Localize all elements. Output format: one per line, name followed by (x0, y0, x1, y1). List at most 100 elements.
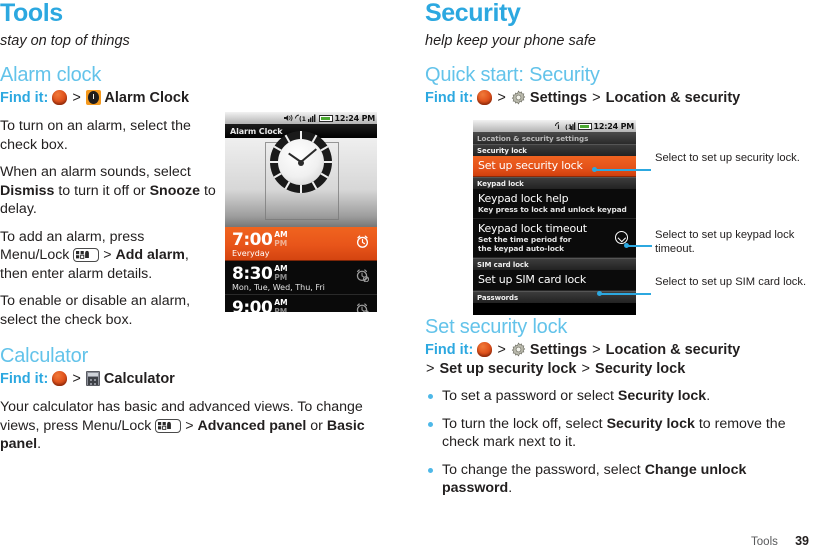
paragraph-add-alarm: To add an alarm, press Menu/Lock > Add a… (0, 228, 189, 282)
findit-separator: > (426, 361, 435, 377)
app-launcher-icon[interactable] (52, 371, 68, 386)
settings-item-subtitle: Set the time period for the keypad auto-… (478, 235, 572, 253)
settings-item-title: Keypad lock help (478, 192, 569, 205)
callout-keypad-lock-timeout: Select to set up keypad lock timeout. (655, 229, 795, 255)
signal-bars-icon: (1 (294, 114, 306, 122)
alarm-clock-screenshot: (1 12:24 PM Alarm Clock 7:00 AM PM Every… (225, 112, 377, 312)
page-title-security: Security (425, 0, 521, 27)
section-title-alarm-clock: Alarm clock (0, 64, 102, 86)
settings-item-title: Set up SIM card lock (478, 273, 587, 286)
paragraph-calculator-views: Your calculator has basic and advanced v… (0, 399, 365, 452)
alarm-clock-icon[interactable] (85, 90, 101, 105)
settings-item-keypad-lock-help[interactable]: Keypad lock help Key press to lock and u… (473, 189, 636, 219)
findit-alarm-clock: Find it: > Alarm Clock (0, 89, 392, 108)
alarm-disabled-icon[interactable] (356, 303, 369, 312)
settings-group-label: Passwords (477, 293, 519, 302)
alarm-clock-title: Alarm Clock (230, 126, 283, 136)
findit-quick-start-security: Find it: > Settings > Location & securit… (425, 89, 817, 108)
findit-settings-label: Settings (529, 342, 588, 358)
alarm-list-item[interactable]: 9:00 AM PM (225, 295, 377, 312)
footer-chapter: Tools (751, 536, 778, 548)
status-bar-time: 12:24 PM (593, 121, 635, 131)
menu-lock-key-icon (155, 418, 182, 433)
callout-leader-dot (624, 243, 629, 248)
findit-separator: > (592, 342, 601, 358)
callout-leader-line (596, 169, 651, 171)
settings-header: Location & security settings (473, 132, 636, 144)
settings-gear-icon[interactable] (511, 90, 526, 105)
alarm-time: 7:00 (232, 230, 273, 250)
signal-bars-icon: (1 (565, 122, 576, 130)
analog-clock-widget[interactable] (225, 131, 377, 227)
alarm-days: Mon, Tue, Wed, Thu, Fri (232, 283, 325, 292)
findit-separator: > (497, 90, 506, 106)
alarm-disabled-icon[interactable] (356, 269, 369, 282)
svg-text:(1: (1 (299, 116, 306, 122)
paragraph-turn-on-alarm: To turn on an alarm, select the check bo… (0, 118, 191, 153)
status-bar-icons: (1 (284, 114, 333, 122)
section-title-set-security-lock: Set security lock (425, 316, 568, 338)
security-settings-screenshot: i (1 12:24 PM Location & security settin… (473, 120, 636, 315)
callout-leader-dot (597, 291, 602, 296)
findit-separator: > (592, 90, 601, 106)
paragraph-alarm-sounds: When an alarm sounds, select Dismiss to … (0, 164, 216, 217)
alarm-time: 9:00 (232, 298, 273, 312)
svg-text:i: i (557, 123, 559, 130)
settings-item-set-up-sim-card-lock[interactable]: Set up SIM card lock (473, 270, 636, 291)
findit-destination: Location & security (605, 342, 741, 358)
chapter-subtitle-security: help keep your phone safe (425, 33, 596, 49)
list-item: To set a password or select Security loc… (425, 387, 817, 406)
app-launcher-icon[interactable] (52, 90, 68, 105)
findit-label: Find it: (0, 90, 49, 106)
findit-separator: > (72, 371, 81, 387)
clock-hub (298, 160, 304, 166)
list-item: To turn the lock off, select Security lo… (425, 415, 817, 452)
menu-lock-key-icon (73, 248, 100, 262)
alarm-time: 8:30 (232, 264, 273, 284)
status-bar-icons: i (1 (554, 122, 592, 130)
manual-page: Tools stay on top of things Alarm clock … (0, 0, 817, 556)
findit-set-security-lock: Find it: > Settings > Location & securit… (425, 341, 817, 379)
findit-app-name: Alarm Clock (104, 90, 190, 106)
battery-icon (318, 114, 333, 122)
callout-sim-card-lock: Select to set up SIM card lock. (655, 276, 807, 288)
app-launcher-icon[interactable] (477, 90, 493, 105)
alarm-meridiem: AM PM (274, 264, 288, 282)
settings-item-subtitle: Key press to lock and unlock keypad (478, 205, 627, 214)
calculator-icon[interactable] (85, 371, 100, 386)
settings-group-label: Keypad lock (477, 179, 524, 188)
battery-icon (577, 122, 592, 130)
findit-separator: > (72, 90, 81, 106)
settings-gear-icon[interactable] (511, 342, 526, 357)
alarm-meridiem: AM PM (274, 230, 288, 248)
section-title-quick-start-security: Quick start: Security (425, 64, 600, 86)
settings-item-keypad-lock-timeout[interactable]: Keypad lock timeout Set the time period … (473, 219, 636, 258)
alarm-list-item[interactable]: 7:00 AM PM Everyday (225, 227, 377, 261)
findit-destination-3: Security lock (595, 361, 686, 377)
findit-label: Find it: (0, 371, 49, 387)
app-launcher-icon[interactable] (477, 342, 493, 357)
findit-separator: > (497, 342, 506, 358)
findit-destination-2: Set up security lock (439, 361, 577, 377)
clock-face-icon (270, 131, 332, 193)
callout-security-lock: Select to set up security lock. (655, 152, 800, 164)
callout-leader-dot (592, 167, 597, 172)
alarm-meridiem: AM PM (274, 298, 288, 312)
alarm-list-item[interactable]: 8:30 AM PM Mon, Tue, Wed, Thu, Fri (225, 261, 377, 295)
findit-separator: > (581, 361, 590, 377)
section-title-calculator: Calculator (0, 345, 89, 367)
list-item: To change the password, select Change un… (425, 461, 817, 498)
page-title-tools: Tools (0, 0, 63, 27)
settings-group-keypad-lock: Keypad lock (473, 177, 636, 189)
status-bar: i (1 12:24 PM (473, 120, 636, 132)
speaker-icon (284, 114, 293, 122)
settings-item-set-up-security-lock[interactable]: Set up security lock (473, 156, 636, 177)
alarm-enabled-icon[interactable] (356, 235, 369, 248)
callout-leader-line (628, 245, 652, 247)
status-bar-time: 12:24 PM (334, 113, 376, 123)
vibrate-icon: i (554, 122, 559, 130)
status-bar: (1 12:24 PM (225, 112, 377, 124)
callout-leader-line (601, 293, 651, 295)
settings-item-title: Keypad lock timeout (478, 222, 587, 235)
network-bars-icon (308, 114, 316, 122)
